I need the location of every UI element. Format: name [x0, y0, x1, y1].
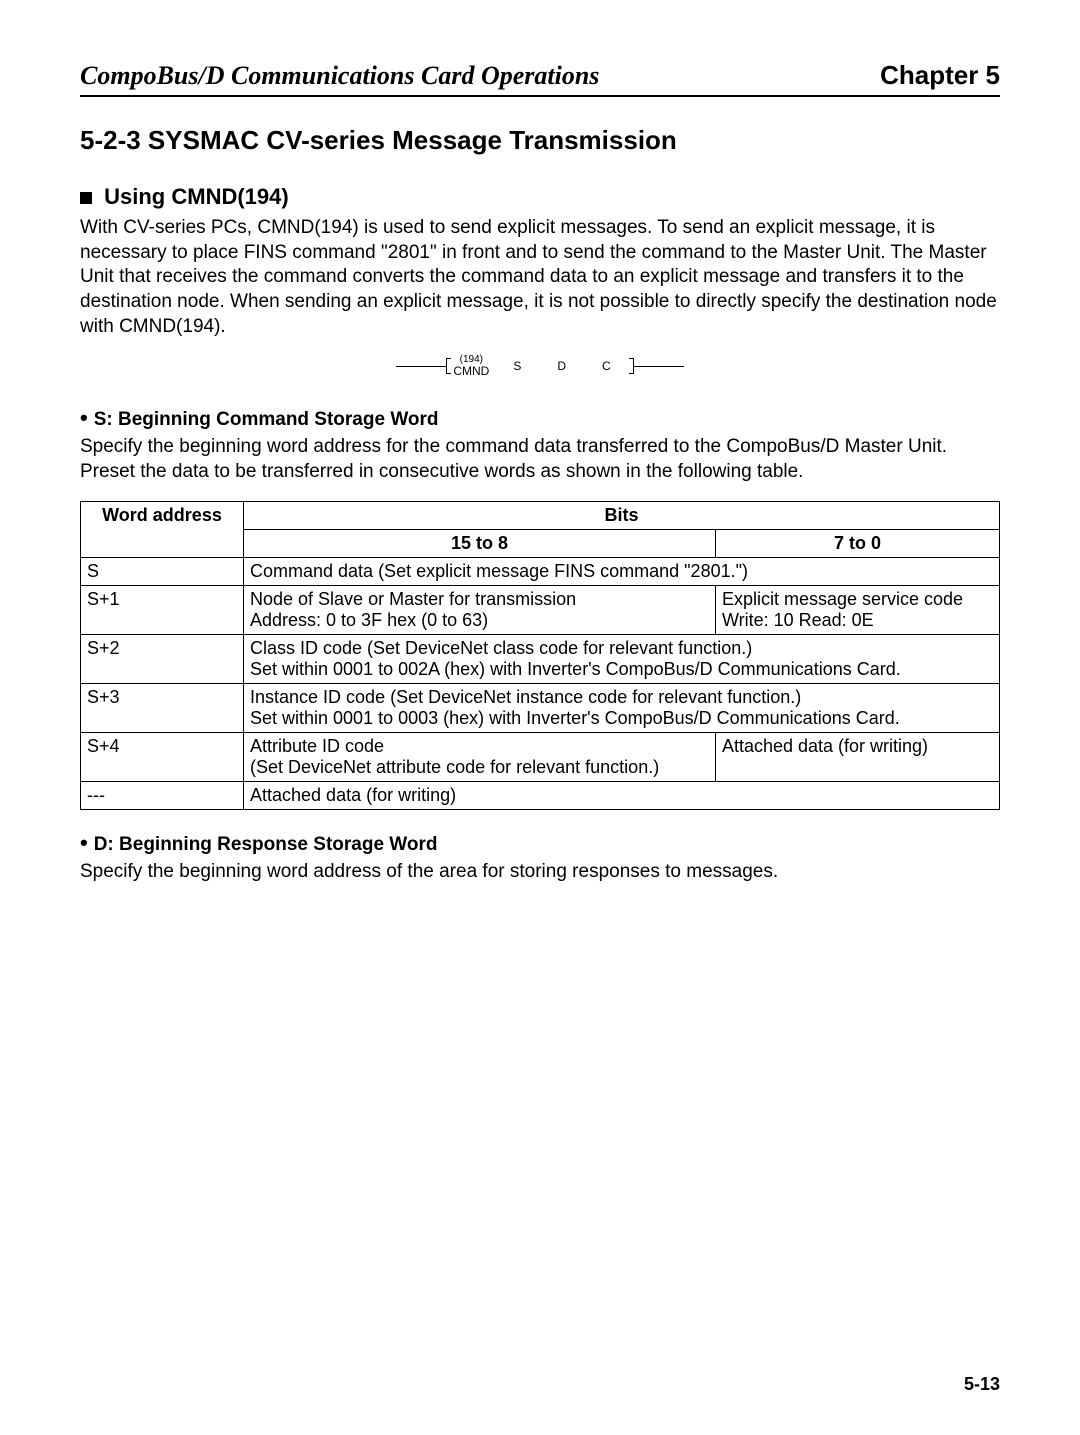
table-row: --- Attached data (for writing)	[81, 781, 1000, 809]
cell-content: Command data (Set explicit message FINS …	[244, 557, 1000, 585]
th-word-address: Word address	[81, 501, 244, 557]
cell-left: Node of Slave or Master for transmission…	[244, 585, 716, 634]
page: CompoBus/D Communications Card Operation…	[0, 0, 1080, 1435]
cell-content: Instance ID code (Set DeviceNet instance…	[244, 683, 1000, 732]
using-cmnd-body: With CV-series PCs, CMND(194) is used to…	[80, 216, 1000, 339]
d-body: Specify the beginning word address of th…	[80, 860, 1000, 885]
s-body: Specify the beginning word address for t…	[80, 435, 1000, 484]
ladder-c: C	[584, 359, 629, 373]
table-row: S+4 Attribute ID code (Set DeviceNet att…	[81, 732, 1000, 781]
ladder-diagram: (194) CMND S D C	[80, 355, 1000, 377]
page-header: CompoBus/D Communications Card Operation…	[80, 60, 1000, 97]
header-right: Chapter 5	[880, 60, 1000, 91]
th-15-8: 15 to 8	[244, 529, 716, 557]
cell-addr: ---	[81, 781, 244, 809]
ladder-line-left	[396, 366, 446, 367]
section-title: 5-2-3 SYSMAC CV-series Message Transmiss…	[80, 125, 1000, 156]
th-7-0: 7 to 0	[715, 529, 999, 557]
ladder-line-right	[634, 366, 684, 367]
th-bits: Bits	[244, 501, 1000, 529]
cell-content: Class ID code (Set DeviceNet class code …	[244, 634, 1000, 683]
cell-addr: S	[81, 557, 244, 585]
ladder-s: S	[495, 359, 539, 373]
table-row: S Command data (Set explicit message FIN…	[81, 557, 1000, 585]
cell-addr: S+3	[81, 683, 244, 732]
header-left: CompoBus/D Communications Card Operation…	[80, 61, 599, 91]
cell-left: Attribute ID code (Set DeviceNet attribu…	[244, 732, 716, 781]
cell-addr: S+4	[81, 732, 244, 781]
table-row: S+1 Node of Slave or Master for transmis…	[81, 585, 1000, 634]
d-heading: D: Beginning Response Storage Word	[80, 830, 1000, 856]
square-bullet-icon	[80, 192, 92, 204]
cell-addr: S+2	[81, 634, 244, 683]
table-header-row-1: Word address Bits	[81, 501, 1000, 529]
ladder-cmnd-cell: (194) CMND	[451, 355, 495, 377]
ladder-cmnd: CMND	[453, 365, 489, 377]
s-heading: S: Beginning Command Storage Word	[80, 405, 1000, 431]
ladder-d: D	[539, 359, 584, 373]
using-cmnd-title: Using CMND(194)	[80, 184, 1000, 210]
table-row: S+3 Instance ID code (Set DeviceNet inst…	[81, 683, 1000, 732]
command-storage-table: Word address Bits 15 to 8 7 to 0 S Comma…	[80, 501, 1000, 810]
table-row: S+2 Class ID code (Set DeviceNet class c…	[81, 634, 1000, 683]
cell-right: Attached data (for writing)	[715, 732, 999, 781]
cell-content: Attached data (for writing)	[244, 781, 1000, 809]
page-number: 5-13	[964, 1374, 1000, 1395]
cell-addr: S+1	[81, 585, 244, 634]
cell-right: Explicit message service code Write: 10 …	[715, 585, 999, 634]
using-cmnd-title-text: Using CMND(194)	[104, 184, 289, 209]
